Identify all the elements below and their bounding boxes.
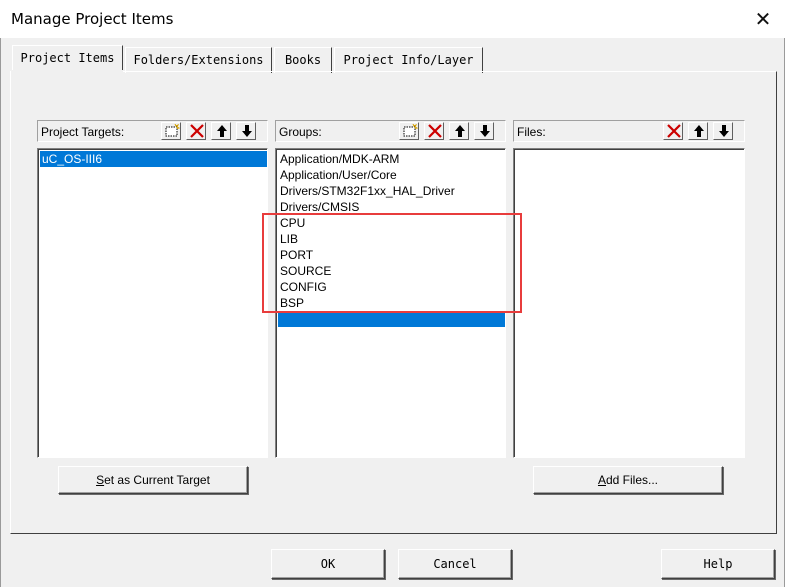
list-item[interactable]: Application/User/Core — [278, 167, 505, 183]
move-down-arrow-icon — [719, 125, 729, 137]
title-bar: Manage Project Items ✕ — [0, 0, 785, 38]
list-item[interactable]: Drivers/CMSIS — [278, 199, 505, 215]
button-label: et as Current Target — [104, 473, 210, 487]
move-down-arrow-icon — [242, 125, 252, 137]
targets-move-down-button[interactable] — [236, 122, 256, 140]
delete-x-icon — [428, 124, 442, 138]
groups-move-up-button[interactable] — [449, 122, 469, 140]
tab-project-info-layer[interactable]: Project Info/Layer — [334, 47, 483, 73]
groups-label: Groups: — [279, 125, 322, 139]
files-move-up-button[interactable] — [688, 122, 708, 140]
button-label-accelerator: A — [597, 473, 606, 487]
window-border-left — [0, 38, 1, 587]
list-item[interactable]: uC_OS-III6 — [40, 151, 267, 167]
tab-label: Project Items — [20, 51, 115, 65]
groups-header: Groups: — [275, 120, 506, 142]
targets-move-up-button[interactable] — [211, 122, 231, 140]
window-title: Manage Project Items — [11, 10, 174, 28]
groups-new-button[interactable] — [399, 122, 419, 140]
ok-button[interactable]: OK — [271, 549, 385, 579]
new-item-icon — [403, 124, 418, 137]
files-label: Files: — [517, 125, 546, 139]
list-item[interactable]: BSP — [278, 295, 505, 311]
files-move-down-button[interactable] — [713, 122, 733, 140]
help-button[interactable]: Help — [661, 549, 775, 579]
list-item[interactable]: PORT — [278, 247, 505, 263]
files-delete-button[interactable] — [663, 122, 683, 140]
targets-new-button[interactable] — [161, 122, 181, 140]
tab-project-items[interactable]: Project Items — [12, 45, 123, 72]
groups-list[interactable]: Application/MDK-ARM Application/User/Cor… — [275, 148, 506, 458]
tab-label: Folders/Extensions — [133, 53, 264, 67]
groups-delete-button[interactable] — [424, 122, 444, 140]
move-down-arrow-icon — [480, 125, 490, 137]
button-label-accelerator: S — [96, 473, 105, 487]
move-up-arrow-icon — [694, 125, 704, 137]
tab-label: Books — [284, 53, 322, 67]
new-item-icon — [165, 124, 180, 137]
list-item[interactable]: CONFIG — [278, 279, 505, 295]
tab-folders-extensions[interactable]: Folders/Extensions — [125, 47, 272, 73]
set-as-current-target-button[interactable]: Set as Current Target — [58, 466, 248, 494]
targets-list[interactable]: uC_OS-III6 — [37, 148, 268, 458]
list-item[interactable]: SOURCE — [278, 263, 505, 279]
move-up-arrow-icon — [217, 125, 227, 137]
tab-label: Project Info/Layer — [343, 53, 474, 67]
targets-label: Project Targets: — [41, 125, 125, 139]
list-item[interactable]: LIB — [278, 231, 505, 247]
list-item[interactable]: Drivers/STM32F1xx_HAL_Driver — [278, 183, 505, 199]
move-up-arrow-icon — [455, 125, 465, 137]
add-files-button[interactable]: Add Files... — [533, 466, 723, 494]
delete-x-icon — [667, 124, 681, 138]
files-header: Files: — [513, 120, 745, 142]
list-item-new-group-edit[interactable] — [278, 311, 505, 327]
groups-move-down-button[interactable] — [474, 122, 494, 140]
tab-books[interactable]: Books — [274, 47, 332, 73]
files-list[interactable] — [513, 148, 745, 458]
list-item[interactable]: CPU — [278, 215, 505, 231]
delete-x-icon — [190, 124, 204, 138]
button-label: dd Files... — [605, 473, 659, 487]
tab-join — [11, 70, 123, 73]
targets-header: Project Targets: — [37, 120, 268, 142]
targets-delete-button[interactable] — [186, 122, 206, 140]
cancel-button[interactable]: Cancel — [398, 549, 512, 579]
list-item[interactable]: Application/MDK-ARM — [278, 151, 505, 167]
close-icon[interactable]: ✕ — [749, 5, 777, 33]
